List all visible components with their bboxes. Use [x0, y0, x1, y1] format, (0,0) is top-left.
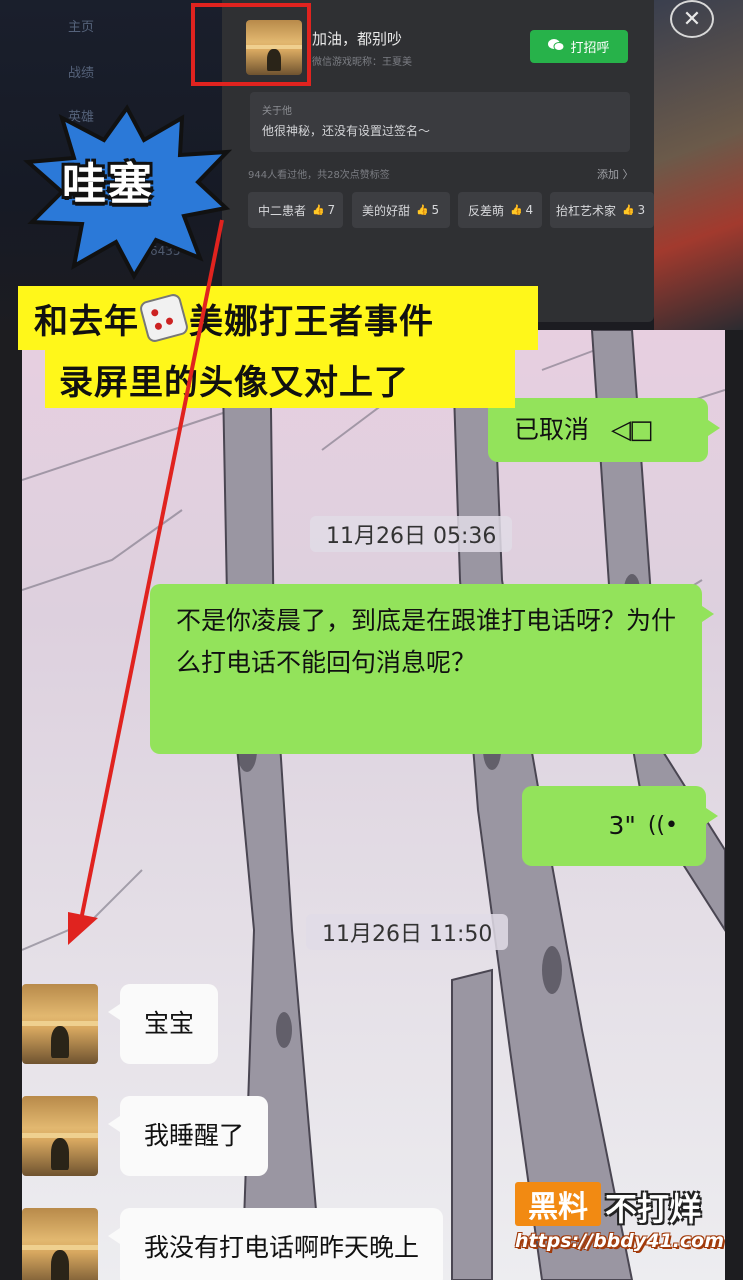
tag-label: 中二患者: [258, 203, 307, 218]
watermark-url: https://bbdy41.com: [515, 1230, 725, 1252]
tag-label: 美的好甜: [362, 203, 411, 218]
profile-tag[interactable]: 反差萌 👍 4: [458, 192, 542, 228]
caption-text: 美娜打王者事件: [189, 301, 434, 342]
background-menu-item: 主页: [68, 20, 95, 35]
about-title: 关于他: [262, 106, 292, 117]
chat-bubble-icon: [548, 38, 565, 56]
tag-count: 7: [327, 203, 336, 217]
profile-tag[interactable]: 抬杠艺术家 👍 3: [550, 192, 654, 228]
voice-wave-icon: ((•: [647, 813, 678, 838]
greet-button[interactable]: 打招呼: [530, 30, 628, 63]
visits-count: 944人看过他，共28次点赞标签: [248, 170, 390, 181]
phone-call-icon: ◁□: [611, 415, 654, 445]
incoming-message[interactable]: 我没有打电话啊昨天晚上: [107, 1208, 444, 1280]
thumbs-up-icon: 👍: [416, 204, 429, 216]
tag-count: 5: [431, 203, 440, 217]
thumbs-up-icon: 👍: [510, 204, 523, 216]
tag-count: 3: [637, 203, 646, 217]
close-button[interactable]: ✕: [670, 0, 714, 38]
caption-line-2: 录屏里的头像又对上了: [45, 350, 515, 408]
thumbs-up-icon: 👍: [312, 204, 325, 216]
incoming-message[interactable]: 我睡醒了: [107, 1096, 269, 1176]
avatar-highlight-box: [191, 3, 311, 86]
dice-icon: [138, 292, 190, 344]
cancelled-call-text: 已取消: [514, 415, 590, 444]
caption-text: 和去年: [34, 301, 139, 342]
close-icon: ✕: [682, 6, 702, 32]
watermark-name: 不打烊: [605, 1190, 702, 1228]
tag-label: 反差萌: [468, 203, 505, 218]
chat-window: 已取消 ◁□ 11月26日 05:36 不是你凌晨了，到底是在跟谁打电话呀？为什…: [22, 330, 725, 1280]
add-tag-link[interactable]: 添加 〉: [597, 166, 634, 182]
about-text: 他很神秘，还没有设置过签名～: [262, 124, 431, 138]
sticker-text: 哇塞: [62, 159, 154, 210]
caption-line-1: 和去年 美娜打王者事件: [18, 286, 538, 350]
voice-message[interactable]: 3" ((•: [522, 786, 718, 866]
timestamp: 11月26日 05:36: [310, 516, 513, 552]
voice-duration: 3": [608, 811, 636, 840]
watermark-box: 黑料: [515, 1182, 601, 1226]
profile-tag[interactable]: 美的好甜 👍 5: [352, 192, 450, 228]
tag-label: 抬杠艺术家: [556, 203, 617, 218]
incoming-message[interactable]: 宝宝: [107, 984, 219, 1064]
background-menu-item: 战绩: [68, 66, 95, 81]
cancelled-call-message[interactable]: 已取消 ◁□: [488, 398, 720, 462]
game-character-art: [654, 0, 743, 330]
about-section: 关于他 他很神秘，还没有设置过签名～: [250, 92, 630, 152]
site-watermark: 黑料 不打烊 https://bbdy41.com: [515, 1182, 737, 1260]
thumbs-up-icon: 👍: [622, 204, 635, 216]
profile-tag[interactable]: 中二患者 👍 7: [248, 192, 343, 228]
profile-nickname: 微信游戏昵称：王夏美: [312, 57, 412, 68]
contact-avatar[interactable]: [22, 1096, 98, 1176]
outgoing-message[interactable]: 不是你凌晨了，到底是在跟谁打电话呀？为什么打电话不能回句消息呢？: [150, 584, 714, 754]
profile-name: 加油，都别吵: [312, 30, 403, 48]
contact-avatar[interactable]: [22, 1208, 98, 1280]
greet-button-label: 打招呼: [570, 41, 610, 56]
tag-count: 4: [525, 203, 534, 217]
contact-avatar[interactable]: [22, 984, 98, 1064]
timestamp: 11月26日 11:50: [306, 914, 509, 950]
